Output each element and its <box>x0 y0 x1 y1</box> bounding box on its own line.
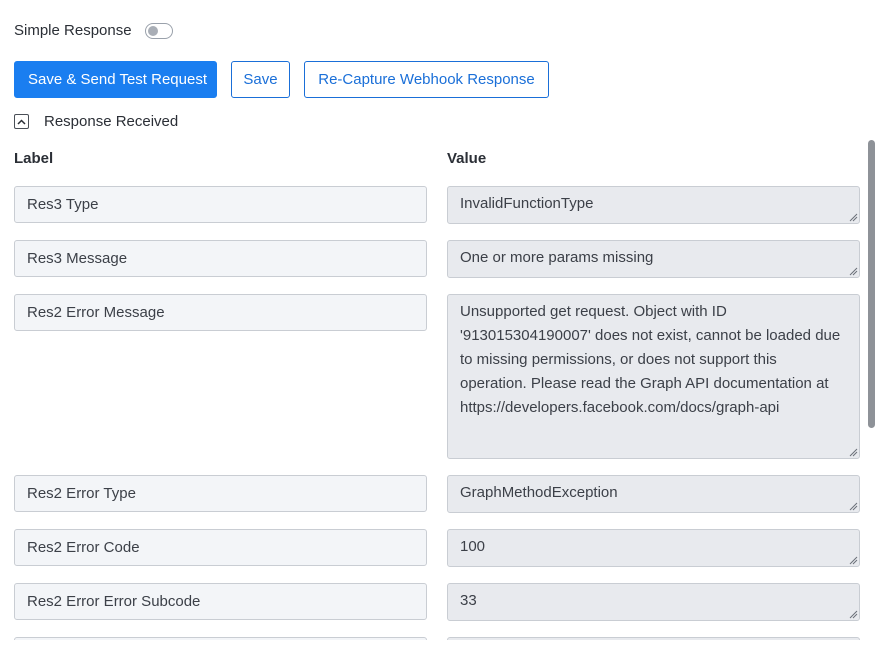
value-text: Unsupported get request. Object with ID … <box>460 303 841 416</box>
label-field[interactable]: Res3 Message <box>14 240 427 277</box>
value-field[interactable]: 100 <box>447 529 860 567</box>
label-field[interactable] <box>14 637 427 640</box>
label-field[interactable]: Res2 Error Code <box>14 529 427 566</box>
value-field[interactable] <box>447 637 860 640</box>
value-text: 33 <box>460 592 477 609</box>
resize-grip-icon[interactable] <box>848 447 858 457</box>
resize-grip-icon[interactable] <box>848 266 858 276</box>
value-text: One or more params missing <box>460 249 654 266</box>
label-field[interactable]: Res3 Type <box>14 186 427 223</box>
scrollbar-thumb[interactable] <box>868 140 875 428</box>
value-field[interactable]: GraphMethodException <box>447 475 860 513</box>
label-field[interactable]: Res2 Error Error Subcode <box>14 583 427 620</box>
value-field[interactable]: InvalidFunctionType <box>447 186 860 224</box>
resize-grip-icon[interactable] <box>848 501 858 511</box>
value-field[interactable]: Unsupported get request. Object with ID … <box>447 294 860 459</box>
resize-grip-icon[interactable] <box>848 212 858 222</box>
value-text: InvalidFunctionType <box>460 195 594 212</box>
label-field[interactable]: Res2 Error Type <box>14 475 427 512</box>
label-field[interactable]: Res2 Error Message <box>14 294 427 331</box>
value-text: 100 <box>460 538 486 555</box>
resize-grip-icon[interactable] <box>848 609 858 619</box>
response-fields: Res3 Type InvalidFunctionType Res3 Messa… <box>0 0 889 640</box>
value-field[interactable]: One or more params missing <box>447 240 860 278</box>
resize-grip-icon[interactable] <box>848 555 858 565</box>
value-field[interactable]: 33 <box>447 583 860 621</box>
value-text: GraphMethodException <box>460 484 618 501</box>
